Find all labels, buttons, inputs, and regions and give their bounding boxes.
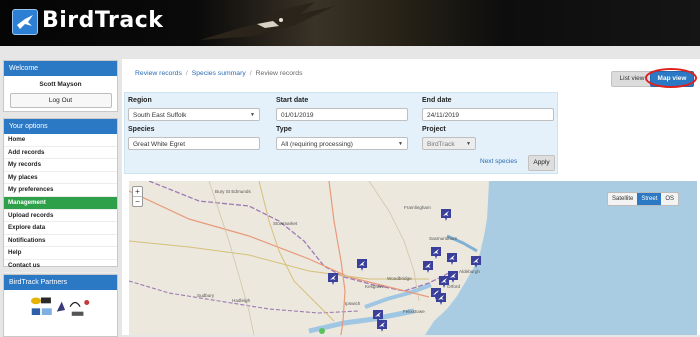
partners-panel: BirdTrack Partners: [3, 274, 118, 337]
partners-title: BirdTrack Partners: [4, 275, 117, 290]
bird-record-marker[interactable]: [356, 258, 368, 272]
place-label: Stowmarket: [273, 221, 298, 226]
region-label: Region: [128, 97, 152, 104]
region-select[interactable]: South East Suffolk ▼: [128, 108, 260, 121]
apply-button[interactable]: Apply: [528, 155, 555, 171]
breadcrumb-species-summary[interactable]: Species summary: [192, 70, 246, 77]
breadcrumb-review-records[interactable]: Review records: [135, 70, 182, 77]
bird-record-marker[interactable]: [470, 255, 482, 269]
place-label: Sudbury: [197, 293, 215, 298]
project-select[interactable]: BirdTrack ▼: [422, 137, 476, 150]
map-layer-toggle: Satellite Street OS: [607, 192, 680, 206]
start-date-input[interactable]: 01/01/2019: [276, 108, 408, 121]
place-label: Felixstowe: [403, 309, 425, 314]
bird-record-marker[interactable]: [430, 246, 442, 260]
zoom-in-button[interactable]: +: [133, 187, 142, 197]
menu-item-my-records[interactable]: My records: [4, 159, 117, 172]
layer-street-button[interactable]: Street: [637, 193, 662, 205]
rspb-logo[interactable]: [31, 308, 52, 315]
welcome-title: Welcome: [4, 61, 117, 76]
type-label: Type: [276, 126, 292, 133]
bird-record-marker[interactable]: [422, 260, 434, 274]
list-view-button[interactable]: List view: [611, 71, 653, 87]
bto-logo[interactable]: [30, 297, 51, 305]
end-date-input[interactable]: 24/11/2019: [422, 108, 554, 121]
breadcrumb: Review records / Species summary / Review re…: [135, 70, 303, 77]
map-view-button[interactable]: Map view: [650, 71, 694, 87]
layer-os-button[interactable]: OS: [661, 193, 678, 205]
menu-item-management[interactable]: Management: [4, 196, 117, 210]
species-label: Species: [128, 126, 155, 133]
next-species-link[interactable]: Next species: [480, 158, 517, 165]
site-header: BirdTrack: [0, 0, 700, 46]
place-label: Bury St Edmunds: [215, 189, 251, 194]
menu-item-notifications[interactable]: Notifications: [4, 235, 117, 248]
user-name: Scott Mayson: [39, 81, 82, 88]
chevron-down-icon: ▼: [250, 112, 255, 118]
type-select[interactable]: All (requiring processing) ▼: [276, 137, 408, 150]
menu-item-explore-data[interactable]: Explore data: [4, 222, 117, 235]
partner-logos: [30, 297, 90, 316]
osprey-image: [200, 2, 335, 40]
start-date-label: Start date: [276, 97, 309, 104]
map-canvas[interactable]: Bury St Edmunds Stowmarket Framlingham S…: [129, 181, 697, 335]
soc-logo[interactable]: [69, 301, 84, 316]
type-value: All (requiring processing): [281, 141, 353, 148]
place-label: Framlingham: [404, 205, 431, 210]
bird-record-marker[interactable]: [446, 252, 458, 266]
filter-panel: Region South East Suffolk ▼ Start date 01…: [124, 92, 558, 174]
bird-record-marker[interactable]: [376, 319, 388, 333]
logout-button[interactable]: Log Out: [9, 93, 112, 108]
app-name[interactable]: BirdTrack: [42, 8, 163, 33]
menu-item-help[interactable]: Help: [4, 247, 117, 260]
waos-logo[interactable]: [84, 300, 90, 305]
menu-item-contact-us[interactable]: Contact us: [4, 260, 117, 273]
bird-record-marker[interactable]: [440, 208, 452, 222]
menu-item-home[interactable]: Home: [4, 134, 117, 147]
zoom-control: + −: [132, 186, 143, 207]
bird-record-marker[interactable]: [327, 272, 339, 286]
menu-item-upload-records[interactable]: Upload records: [4, 210, 117, 223]
main-content: Review records / Species summary / Review re…: [122, 59, 700, 335]
place-label: Saxmundham: [429, 236, 458, 241]
place-label: Ipswich: [345, 301, 361, 306]
place-label: Aldeburgh: [459, 269, 480, 274]
chevron-down-icon: ▼: [398, 141, 403, 147]
options-panel: Your options Home Add records My records…: [3, 118, 118, 273]
project-label: Project: [422, 126, 446, 133]
breadcrumb-current: Review records: [255, 70, 303, 77]
species-input[interactable]: Great White Egret: [128, 137, 260, 150]
zoom-out-button[interactable]: −: [133, 197, 142, 206]
chevron-down-icon: ▼: [466, 141, 471, 147]
menu-item-my-places[interactable]: My places: [4, 172, 117, 185]
place-label: Kesgrave: [365, 284, 385, 289]
birdwatch-ireland-logo[interactable]: [56, 301, 66, 312]
menu-item-my-preferences[interactable]: My preferences: [4, 184, 117, 197]
welcome-panel: Welcome Scott Mayson Log Out: [3, 60, 118, 112]
place-label: Woodbridge: [387, 276, 412, 281]
region-value: South East Suffolk: [133, 112, 187, 119]
swallow-logo-icon[interactable]: [12, 9, 38, 35]
bird-record-marker[interactable]: [435, 292, 447, 306]
project-value: BirdTrack: [427, 141, 455, 148]
end-date-label: End date: [422, 97, 452, 104]
place-label: Hadleigh: [232, 298, 251, 303]
options-title: Your options: [4, 119, 117, 134]
menu-item-add-records[interactable]: Add records: [4, 147, 117, 160]
layer-satellite-button[interactable]: Satellite: [608, 193, 637, 205]
